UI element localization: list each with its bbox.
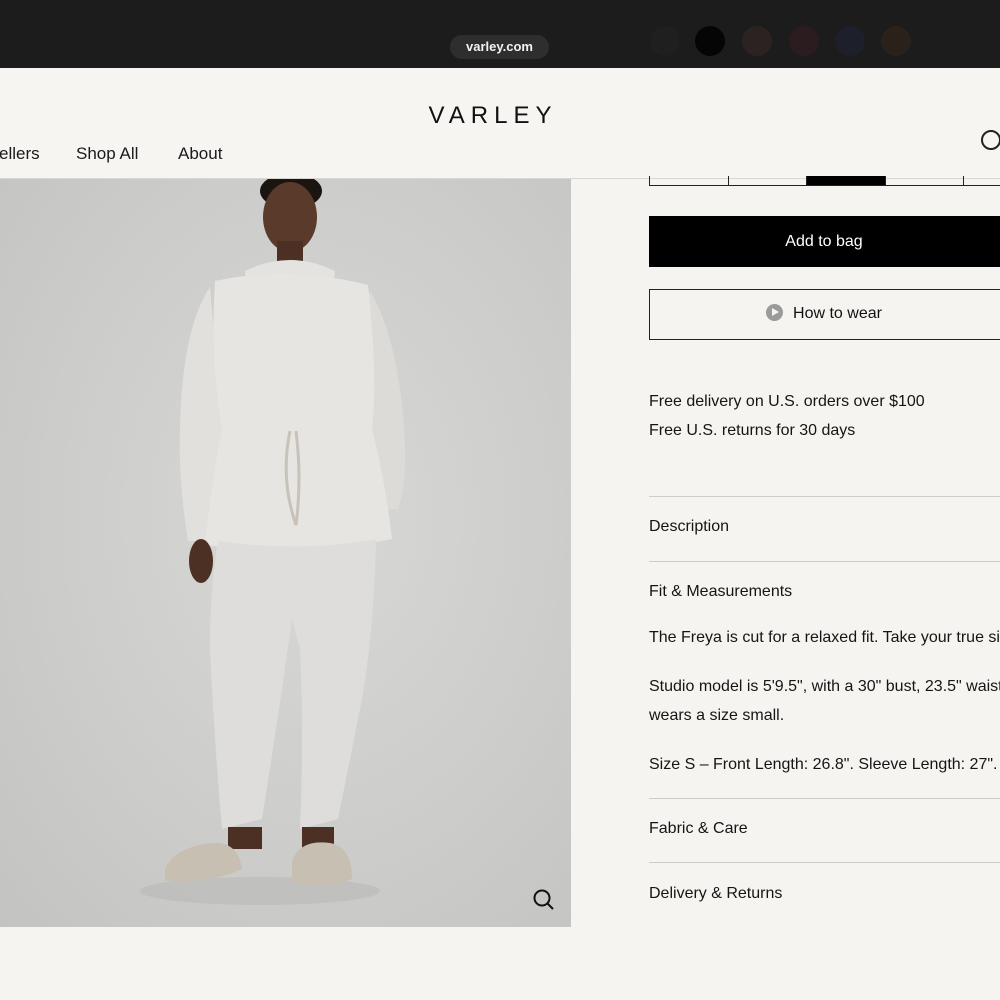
accordion-delivery-returns[interactable]: Delivery & Returns bbox=[649, 885, 782, 903]
fit-text: Size S – Front Length: 26.8". Sleeve Len… bbox=[649, 756, 998, 773]
divider bbox=[649, 862, 1000, 863]
color-swatch[interactable] bbox=[650, 26, 680, 56]
add-to-bag-button[interactable]: Add to bag bbox=[649, 216, 1000, 267]
model-illustration bbox=[140, 179, 406, 905]
nav-item-shop-all[interactable]: Shop All bbox=[76, 144, 138, 164]
size-option[interactable] bbox=[729, 176, 807, 185]
search-icon[interactable] bbox=[981, 130, 1000, 150]
play-icon bbox=[766, 304, 784, 321]
color-swatch[interactable] bbox=[742, 26, 772, 56]
accordion-fabric-care[interactable]: Fabric & Care bbox=[649, 820, 748, 838]
delivery-info: Free delivery on U.S. orders over $100 bbox=[649, 393, 925, 410]
site-header: VARLEY ellers Shop All About bbox=[0, 68, 1000, 179]
nav-item-about[interactable]: About bbox=[178, 144, 222, 164]
how-to-wear-label: How to wear bbox=[793, 305, 882, 322]
product-image[interactable] bbox=[0, 179, 571, 927]
size-selector[interactable] bbox=[649, 176, 1000, 186]
accordion-fit-measurements[interactable]: Fit & Measurements bbox=[649, 583, 792, 601]
how-to-wear-button[interactable]: How to wear bbox=[649, 289, 1000, 340]
color-swatch[interactable] bbox=[789, 26, 819, 56]
returns-info: Free U.S. returns for 30 days bbox=[649, 422, 856, 439]
url-bar[interactable]: varley.com bbox=[450, 35, 549, 59]
browser-top-bar: varley.com bbox=[0, 0, 1000, 68]
fit-text: Studio model is 5'9.5", with a 30" bust,… bbox=[649, 678, 1000, 695]
fit-text: The Freya is cut for a relaxed fit. Take… bbox=[649, 629, 1000, 646]
size-option[interactable] bbox=[886, 176, 964, 185]
color-swatch[interactable] bbox=[881, 26, 911, 56]
divider bbox=[649, 561, 1000, 562]
brand-logo[interactable]: VARLEY bbox=[0, 102, 986, 130]
divider bbox=[649, 798, 1000, 799]
divider bbox=[649, 496, 1000, 497]
nav-item-bestsellers[interactable]: ellers bbox=[0, 144, 40, 164]
accordion-description[interactable]: Description bbox=[649, 518, 729, 536]
color-swatch[interactable] bbox=[835, 26, 865, 56]
fit-text: wears a size small. bbox=[649, 707, 785, 724]
size-option[interactable] bbox=[650, 176, 729, 185]
color-swatch[interactable] bbox=[695, 26, 725, 56]
size-option-selected[interactable] bbox=[807, 176, 886, 185]
zoom-icon[interactable] bbox=[530, 886, 558, 914]
